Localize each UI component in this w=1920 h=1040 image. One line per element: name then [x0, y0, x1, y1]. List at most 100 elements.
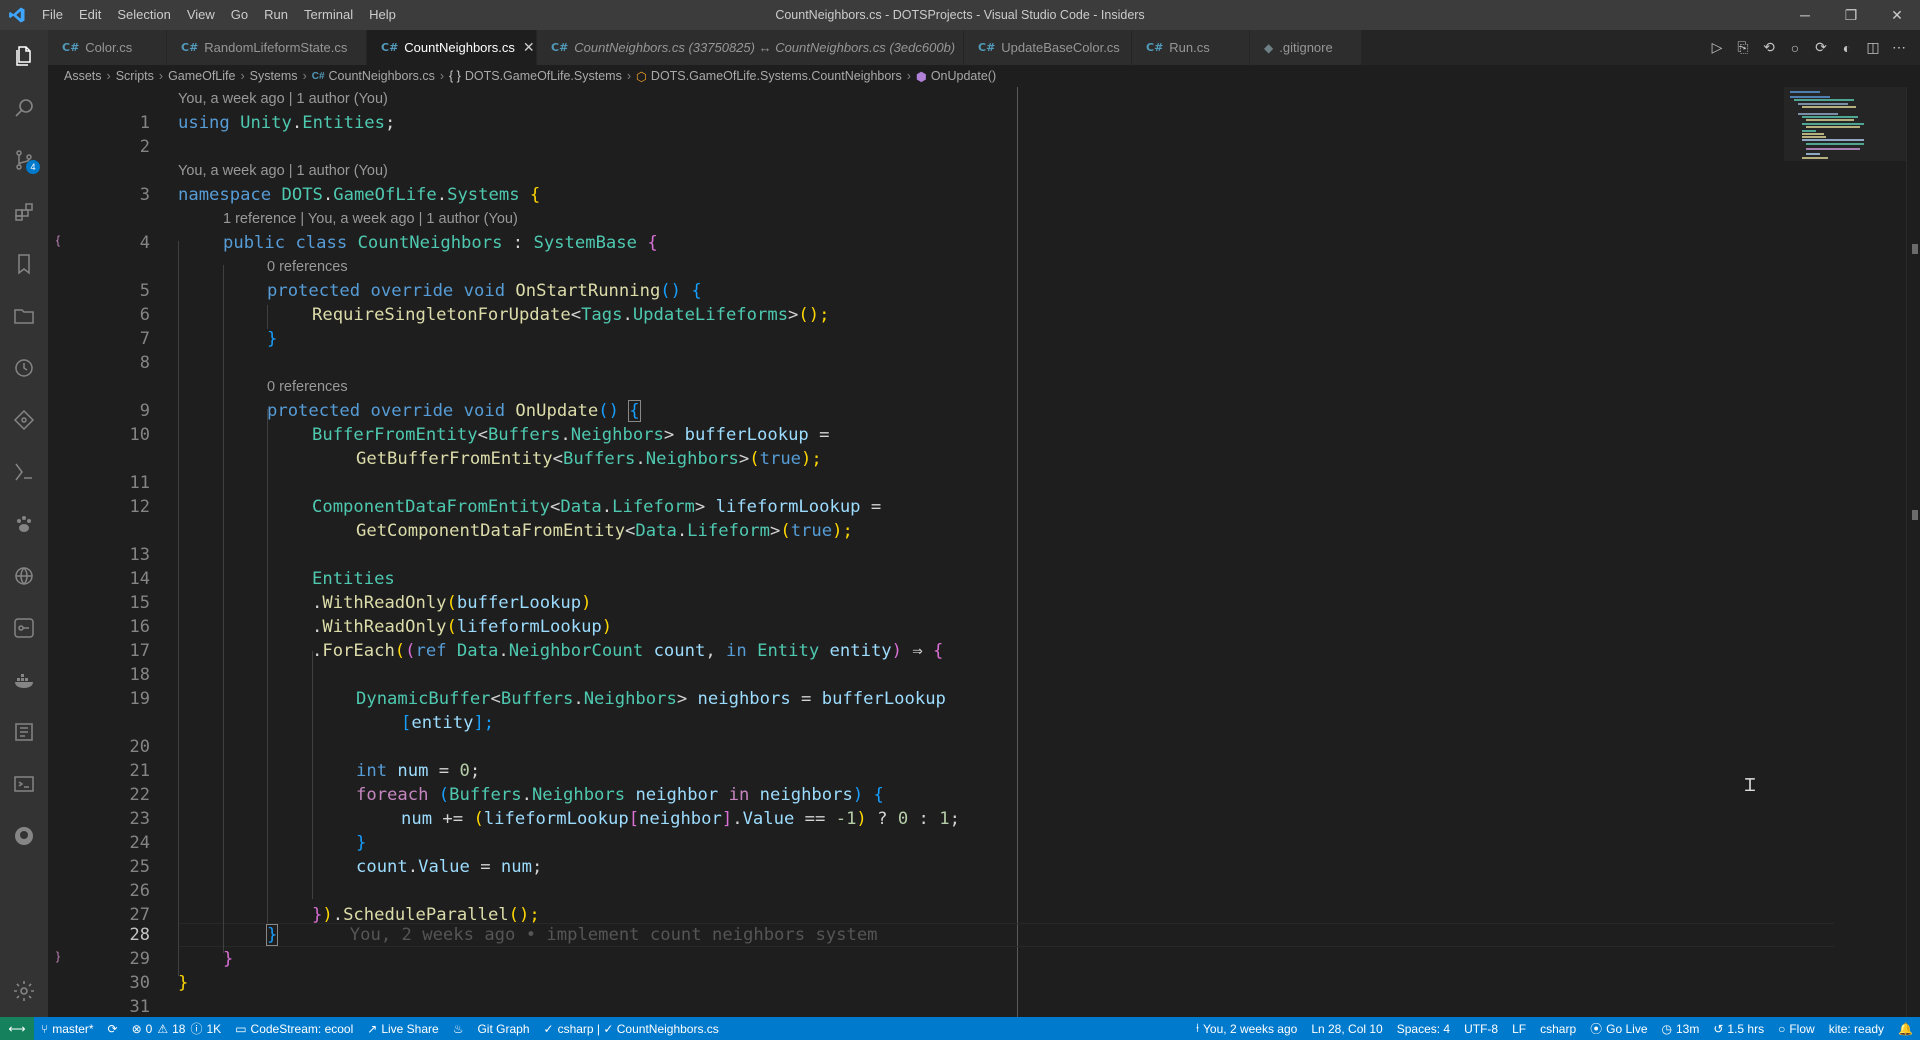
breadcrumb-class[interactable]: DOTS.GameOfLife.Systems.CountNeighbors [651, 69, 902, 83]
github-icon[interactable] [0, 810, 48, 862]
breadcrumb-gameoflife[interactable]: GameOfLife [168, 69, 235, 83]
project-manager-icon[interactable] [0, 290, 48, 342]
code-line: GetBufferFromEntity<Buffers.Neighbors>(t… [356, 449, 822, 469]
line-number: 6 [139, 305, 150, 325]
menu-selection[interactable]: Selection [109, 0, 178, 30]
warning-count: 18 [172, 1021, 186, 1036]
more-actions-icon[interactable]: ⋯ [1886, 30, 1912, 65]
notebook-icon[interactable] [0, 706, 48, 758]
codelens-authors[interactable]: You, a week ago | 1 author (You) [178, 159, 388, 183]
kite-status[interactable]: kite: ready [1822, 1017, 1891, 1040]
github-pr-icon[interactable] [0, 602, 48, 654]
notifications-bell-icon[interactable]: 🔔 [1891, 1017, 1920, 1040]
terminal-icon[interactable] [0, 758, 48, 810]
breadcrumb-assets[interactable]: Assets [64, 69, 102, 83]
menu-go[interactable]: Go [223, 0, 256, 30]
cursor-position[interactable]: Ln 28, Col 10 [1304, 1017, 1389, 1040]
split-editor-icon[interactable]: ◫ [1860, 30, 1886, 65]
breadcrumb-file[interactable]: CountNeighbors.cs [329, 69, 435, 83]
codelens-references[interactable]: 0 references [267, 375, 348, 399]
remote-explorer-icon[interactable] [0, 394, 48, 446]
restore-button[interactable]: ❐ [1828, 0, 1874, 30]
line-number: 7 [139, 329, 150, 349]
fold-marker-icon[interactable]: } [48, 949, 68, 963]
git-history-icon[interactable]: ⟲ [1756, 30, 1782, 65]
remote-indicator-icon[interactable]: ⟷ [0, 1017, 34, 1040]
clock-icon: ◷ [1661, 1021, 1672, 1036]
code-line: .WithReadOnly(lifeformLookup) [312, 617, 613, 637]
flame-icon[interactable]: ♨ [446, 1017, 471, 1040]
source-control-icon[interactable]: 4 [0, 134, 48, 186]
sync-icon[interactable]: ⟳ [101, 1017, 125, 1040]
close-tab-icon[interactable]: ✕ [523, 39, 535, 56]
code-editor[interactable]: { } You, a week ago | 1 author (You) You… [48, 87, 1920, 1017]
blame-status[interactable]: ⍿ You, 2 weeks ago [1189, 1017, 1304, 1040]
tab-countneighbors-diff[interactable]: C# CountNeighbors.cs (33750825) ↔ CountN… [537, 30, 964, 65]
close-window-button[interactable]: ✕ [1874, 0, 1920, 30]
golive-status[interactable]: ⦿ Go Live [1583, 1017, 1654, 1040]
globe-icon[interactable] [0, 550, 48, 602]
fold-marker-icon[interactable]: { [48, 233, 68, 247]
breadcrumb-namespace[interactable]: DOTS.GameOfLife.Systems [465, 69, 622, 83]
previous-change-icon[interactable]: ○ [1782, 30, 1808, 65]
liveshare-icon[interactable] [0, 446, 48, 498]
timeline-icon[interactable] [0, 342, 48, 394]
minimize-button[interactable]: ─ [1782, 0, 1828, 30]
codelens-references[interactable]: 1 reference | You, a week ago | 1 author… [223, 207, 518, 231]
tab-run-cs[interactable]: C# Run.cs [1132, 30, 1250, 65]
explorer-icon[interactable] [0, 30, 48, 82]
liveshare-status[interactable]: ↗ Live Share [360, 1017, 445, 1040]
line-number: 24 [129, 833, 150, 853]
tab-label: Run.cs [1169, 40, 1210, 55]
menu-terminal[interactable]: Terminal [296, 0, 361, 30]
menu-edit[interactable]: Edit [71, 0, 109, 30]
end-of-line[interactable]: LF [1505, 1017, 1533, 1040]
minimap-line [1802, 133, 1824, 135]
tab-color-cs[interactable]: C# Color.cs [48, 30, 167, 65]
menu-view[interactable]: View [179, 0, 223, 30]
tab-countneighbors-cs[interactable]: C# CountNeighbors.cs ✕ [367, 30, 537, 65]
tab-randomlifeformstate-cs[interactable]: C# RandomLifeformState.cs [167, 30, 367, 65]
indentation[interactable]: Spaces: 4 [1390, 1017, 1457, 1040]
menu-help[interactable]: Help [361, 0, 404, 30]
codelens-authors[interactable]: You, a week ago | 1 author (You) [178, 87, 388, 111]
csharp-file-icon: C# [1146, 41, 1164, 54]
flow-status[interactable]: ○ Flow [1771, 1017, 1822, 1040]
bookmarks-icon[interactable] [0, 238, 48, 290]
inline-blame[interactable]: You, 2 weeks ago • implement count neigh… [350, 925, 878, 945]
tab-gitignore[interactable]: ◆ .gitignore [1250, 30, 1362, 65]
line-number: 9 [139, 401, 150, 421]
check-icon: ✓ [543, 1021, 554, 1036]
blame-label: You, 2 weeks ago [1203, 1021, 1298, 1036]
next-change-icon[interactable]: ⟳ [1808, 30, 1834, 65]
breadcrumb-method[interactable]: OnUpdate() [931, 69, 996, 83]
breadcrumb-scripts[interactable]: Scripts [116, 69, 154, 83]
language-mode[interactable]: csharp [1533, 1017, 1583, 1040]
gitgraph-status[interactable]: Git Graph [470, 1017, 536, 1040]
time-tracking-status[interactable]: ↺ 1.5 hrs [1706, 1017, 1771, 1040]
search-icon[interactable] [0, 82, 48, 134]
language-check-status[interactable]: ✓ csharp | ✓ CountNeighbors.cs [537, 1017, 726, 1040]
menu-run[interactable]: Run [256, 0, 296, 30]
minimap[interactable] [1784, 87, 1906, 161]
open-changes-icon[interactable]: ⎘ [1730, 30, 1756, 65]
docker-icon[interactable] [0, 654, 48, 706]
codestream-status[interactable]: ▭ CodeStream: ecool [228, 1017, 360, 1040]
vertical-scrollbar[interactable] [1906, 87, 1920, 1017]
problems-status[interactable]: ⊗ 0 ⚠ 18 ⓘ 1K [125, 1017, 229, 1040]
toggle-blame-icon[interactable]: ◐ [1834, 30, 1860, 65]
activity-bar: 4 [0, 30, 48, 1017]
codestream-label: CodeStream: ecool [250, 1021, 354, 1036]
menu-file[interactable]: File [34, 0, 71, 30]
editor-ruler [1017, 87, 1018, 1017]
breadcrumb-systems[interactable]: Systems [250, 69, 298, 83]
paw-icon[interactable] [0, 498, 48, 550]
settings-gear-icon[interactable] [0, 965, 48, 1017]
timer-status[interactable]: ◷ 13m [1655, 1017, 1707, 1040]
extensions-icon[interactable] [0, 186, 48, 238]
branch-status[interactable]: ⑂ master* [34, 1017, 101, 1040]
tab-updatebasecolor-cs[interactable]: C# UpdateBaseColor.cs [964, 30, 1132, 65]
encoding[interactable]: UTF-8 [1457, 1017, 1505, 1040]
codelens-references[interactable]: 0 references [267, 255, 348, 279]
run-icon[interactable]: ▷ [1704, 30, 1730, 65]
